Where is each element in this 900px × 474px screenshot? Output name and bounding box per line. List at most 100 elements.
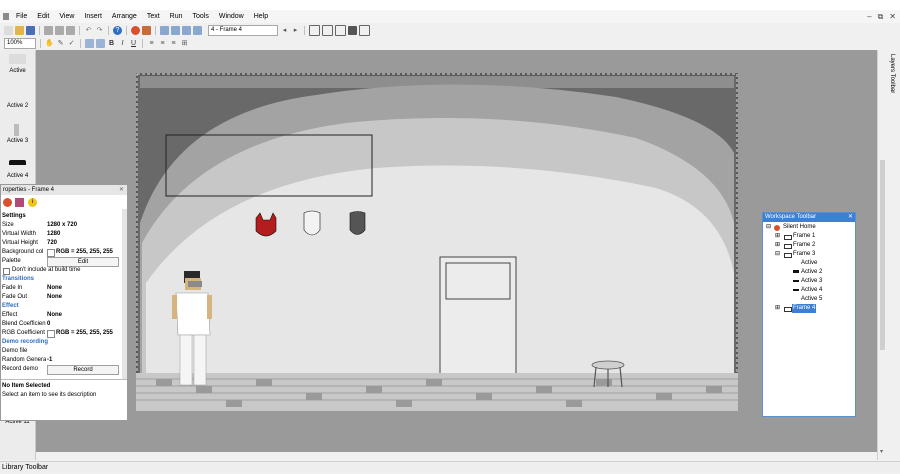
storyboard-icon[interactable]	[193, 26, 202, 35]
rgb-coefficient-value[interactable]: RGB = 255, 255, 255	[56, 329, 113, 338]
expand-icon[interactable]: ⊞	[775, 304, 780, 313]
align-icon[interactable]	[85, 39, 94, 48]
dont-include-checkbox[interactable]	[3, 268, 10, 275]
save-icon[interactable]	[26, 26, 35, 35]
open-folder-icon[interactable]	[15, 26, 24, 35]
menu-text[interactable]: Text	[142, 10, 165, 23]
tree-frame-1[interactable]: Frame 1	[793, 232, 815, 241]
menu-edit[interactable]: Edit	[32, 10, 54, 23]
snap-icon[interactable]	[171, 26, 180, 35]
cut-icon[interactable]	[44, 26, 53, 35]
collapse-icon[interactable]: ⊟	[775, 250, 780, 259]
redo-icon[interactable]: ↷	[95, 26, 104, 35]
background-color-value[interactable]: RGB = 255, 255, 255	[56, 248, 113, 257]
align-left-icon[interactable]: ≡	[147, 39, 156, 48]
menu-arrange[interactable]: Arrange	[107, 10, 142, 23]
palette-label: Palette	[2, 258, 21, 264]
virtual-width-value[interactable]: 1280	[47, 230, 60, 239]
minimize-icon[interactable]: –	[867, 12, 871, 21]
expression-icon[interactable]	[359, 25, 370, 36]
copy-icon[interactable]	[55, 26, 64, 35]
align-right-icon[interactable]: ≡	[169, 39, 178, 48]
library-toolbar-bar[interactable]: Library Toolbar	[0, 461, 900, 473]
expand-icon[interactable]: ⊞	[775, 232, 780, 241]
properties-scrollbar[interactable]	[122, 209, 127, 379]
tree-active-3[interactable]: Active 3	[801, 277, 822, 286]
record-button[interactable]: Record	[47, 365, 119, 375]
color-swatch[interactable]	[47, 249, 55, 257]
frame-canvas[interactable]	[136, 73, 738, 411]
fade-in-value[interactable]: None	[47, 284, 62, 293]
tree-active[interactable]: Active	[801, 259, 817, 268]
rgb-coefficient-label: RGB Coefficient	[2, 330, 45, 336]
frame-editor-icon[interactable]	[309, 25, 320, 36]
layers-toolbar-tab[interactable]: Layers Toolbar	[883, 54, 895, 100]
grid-icon[interactable]	[160, 26, 169, 35]
rgb-swatch[interactable]	[47, 330, 55, 338]
random-generator-value[interactable]: -1	[47, 356, 52, 365]
text-size-icon[interactable]	[96, 39, 105, 48]
menu-tools[interactable]: Tools	[188, 10, 214, 23]
active-3-thumbnail[interactable]	[14, 124, 19, 136]
active-3-label: Active 3	[6, 138, 29, 144]
close-icon[interactable]: ✕	[848, 213, 853, 222]
frame-select[interactable]: 4 - Frame 4	[208, 25, 278, 36]
tree-frame-2[interactable]: Frame 2	[793, 241, 815, 250]
expand-icon[interactable]: ⊟	[766, 223, 771, 232]
resize-icon[interactable]: ⊞	[180, 39, 189, 48]
expand-icon[interactable]: ⊞	[775, 241, 780, 250]
restore-icon[interactable]: ⧉	[878, 12, 884, 22]
frame-icon	[784, 253, 792, 258]
close-icon[interactable]: ✕	[119, 186, 124, 193]
size-value[interactable]: 1280 x 720	[47, 221, 77, 230]
hand-icon[interactable]: ✋	[45, 39, 54, 48]
blend-coefficient-value[interactable]: 0	[47, 320, 50, 329]
frame-icon	[784, 235, 792, 240]
tree-root[interactable]: Silent Home	[783, 223, 816, 232]
no-item-title: No Item Selected	[2, 383, 51, 389]
gear-icon[interactable]	[3, 198, 12, 207]
active-4-thumbnail[interactable]	[9, 160, 26, 165]
active-thumbnail[interactable]	[9, 54, 26, 64]
tree-frame-3[interactable]: Frame 3	[793, 250, 815, 259]
tree-frame-4[interactable]: Frame 4	[792, 304, 817, 313]
menu-run[interactable]: Run	[165, 10, 188, 23]
virtual-height-value[interactable]: 720	[47, 239, 57, 248]
event-list-icon[interactable]	[335, 25, 346, 36]
close-icon[interactable]: ✕	[889, 12, 896, 21]
vertical-scrollbar[interactable]	[880, 160, 885, 350]
layers-toolbar-strip: Layers Toolbar ▾	[877, 50, 900, 460]
help-icon[interactable]: ?	[113, 26, 122, 35]
pointer-icon[interactable]: ✓	[67, 39, 76, 48]
blend-coefficient-label: Blend Coefficien	[2, 321, 46, 327]
paste-icon[interactable]	[66, 26, 75, 35]
menu-help[interactable]: Help	[249, 10, 273, 23]
event-editor-icon[interactable]	[322, 25, 333, 36]
menu-window[interactable]: Window	[214, 10, 249, 23]
stop-icon[interactable]	[131, 26, 140, 35]
fade-out-value[interactable]: None	[47, 293, 62, 302]
runtime-icon[interactable]	[15, 198, 24, 207]
undo-icon[interactable]: ↶	[84, 26, 93, 35]
frame-list-icon[interactable]	[182, 26, 191, 35]
bold-icon[interactable]: B	[107, 39, 116, 48]
menu-insert[interactable]: Insert	[79, 10, 107, 23]
menu-file[interactable]: File	[11, 10, 32, 23]
menu-view[interactable]: View	[54, 10, 79, 23]
data-elements-icon[interactable]	[348, 26, 357, 35]
eyedropper-icon[interactable]: ✎	[56, 39, 65, 48]
run-icon[interactable]	[142, 26, 151, 35]
tree-active-5[interactable]: Active 5	[801, 295, 822, 304]
tree-active-2[interactable]: Active 2	[801, 268, 822, 277]
tree-active-4[interactable]: Active 4	[801, 286, 822, 295]
scroll-down-icon[interactable]: ▾	[880, 448, 883, 455]
effect-value[interactable]: None	[47, 311, 62, 320]
zoom-select[interactable]: 100%	[4, 38, 36, 49]
underline-icon[interactable]: U	[129, 39, 138, 48]
info-icon[interactable]: i	[28, 198, 37, 207]
next-frame-icon[interactable]: ▸	[291, 26, 300, 35]
align-center-icon[interactable]: ≡	[158, 39, 167, 48]
italic-icon[interactable]: I	[118, 39, 127, 48]
prev-frame-icon[interactable]: ◂	[280, 26, 289, 35]
new-file-icon[interactable]	[4, 26, 13, 35]
